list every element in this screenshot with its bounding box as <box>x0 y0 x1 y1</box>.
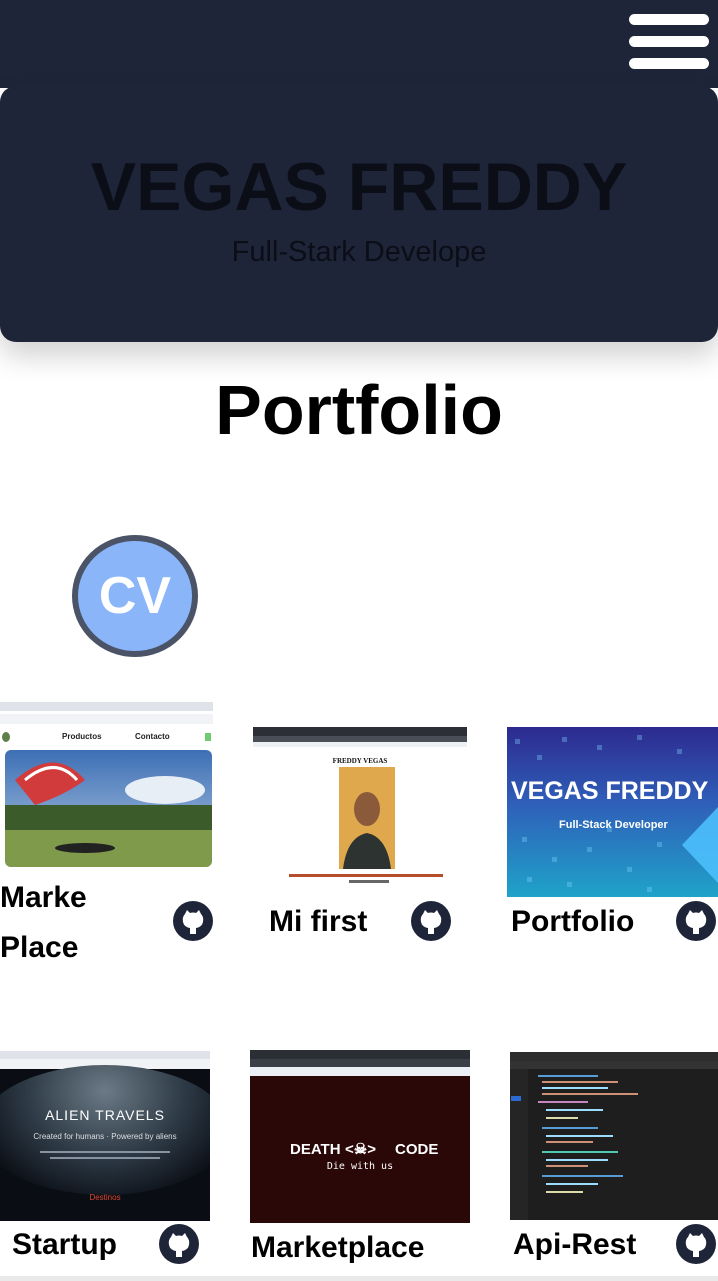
editor-menubar <box>510 1061 718 1069</box>
thumb-heading: VEGAS FREDDY <box>511 777 709 805</box>
logo-icon <box>2 732 10 742</box>
page-bottom-edge <box>0 1276 718 1281</box>
thumb-subtitle: Created for humans · Powered by aliens <box>33 1132 177 1141</box>
project-title[interactable]: Mi first <box>269 897 367 947</box>
thumb-subtitle: Full-Stack Developer <box>559 819 668 831</box>
thumb-heading: ALIEN TRAVELS <box>45 1107 165 1123</box>
project-title[interactable]: Portfolio <box>511 897 634 947</box>
profile-photo <box>339 767 395 869</box>
browser-tabbar <box>250 1050 470 1059</box>
project-title[interactable]: Startup <box>12 1220 117 1270</box>
editor-indicator <box>511 1096 521 1101</box>
hero-name: VEGAS FREDDY <box>90 149 628 225</box>
thumb-subtitle: Die with us <box>326 1161 394 1172</box>
thumb-nav-item: Contacto <box>135 732 170 741</box>
browser-tabbar <box>253 727 467 736</box>
thumb-heading: DEATH <box>290 1141 341 1158</box>
project-thumbnail[interactable]: FREDDY VEGAS <box>253 727 467 890</box>
browser-tabbar <box>0 702 213 711</box>
thumb-button: Destinos <box>89 1193 121 1202</box>
hamburger-icon <box>629 14 709 25</box>
planet-image <box>0 1065 210 1195</box>
hamburger-icon-line <box>629 36 709 47</box>
editor-titlebar <box>510 1052 718 1061</box>
browser-tabbar <box>0 1051 210 1059</box>
thumb-text-line <box>40 1151 170 1153</box>
browser-addressbar <box>250 1067 470 1076</box>
pixel-pattern <box>515 735 718 892</box>
cv-button[interactable]: CV <box>72 535 198 657</box>
browser-bookmarks <box>0 714 213 724</box>
github-icon[interactable] <box>676 1224 716 1264</box>
thumb-text-line <box>349 880 389 883</box>
cart-icon <box>205 733 211 741</box>
project-title[interactable]: Marke Place <box>0 873 87 973</box>
editor-activitybar <box>510 1069 528 1220</box>
project-thumbnail[interactable]: Productos Contacto <box>0 702 213 870</box>
paraglider-photo <box>5 750 212 867</box>
github-icon[interactable] <box>159 1224 199 1264</box>
project-title-line: Marke <box>0 881 87 914</box>
cv-label: CV <box>98 567 172 625</box>
project-thumbnail[interactable]: VEGAS FREDDY Full-Stack Developer <box>507 727 718 897</box>
project-thumbnail[interactable]: ALIEN TRAVELS Created for humans · Power… <box>0 1051 210 1221</box>
menu-button[interactable] <box>627 12 711 72</box>
section-title: Portfolio <box>215 371 503 449</box>
thumb-heading: CODE <box>395 1141 439 1158</box>
hamburger-icon-line <box>629 58 709 69</box>
hero-banner: VEGAS FREDDY Full-Stark Develope <box>0 86 718 342</box>
github-icon[interactable] <box>411 901 451 941</box>
top-bar <box>0 0 718 88</box>
project-title[interactable]: Marketplace <box>251 1223 424 1273</box>
project-thumbnail[interactable] <box>510 1052 718 1220</box>
browser-addressbar <box>253 742 467 747</box>
skull-icon: <☠> <box>345 1141 376 1158</box>
github-icon[interactable] <box>676 901 716 941</box>
hero-subtitle: Full-Stark Develope <box>231 236 487 268</box>
thumb-heading: FREDDY VEGAS <box>332 757 388 765</box>
project-thumbnail[interactable]: DEATH <☠> CODE Die with us <box>250 1050 470 1223</box>
thumb-text-line <box>50 1157 160 1159</box>
github-icon[interactable] <box>173 901 213 941</box>
code-lines <box>538 1075 638 1193</box>
project-title[interactable]: Api-Rest <box>513 1220 636 1270</box>
thumb-nav-item: Productos <box>62 732 102 741</box>
browser-bookmarks <box>250 1059 470 1067</box>
project-title-line: Place <box>0 931 79 964</box>
thumb-text-line <box>289 874 443 877</box>
